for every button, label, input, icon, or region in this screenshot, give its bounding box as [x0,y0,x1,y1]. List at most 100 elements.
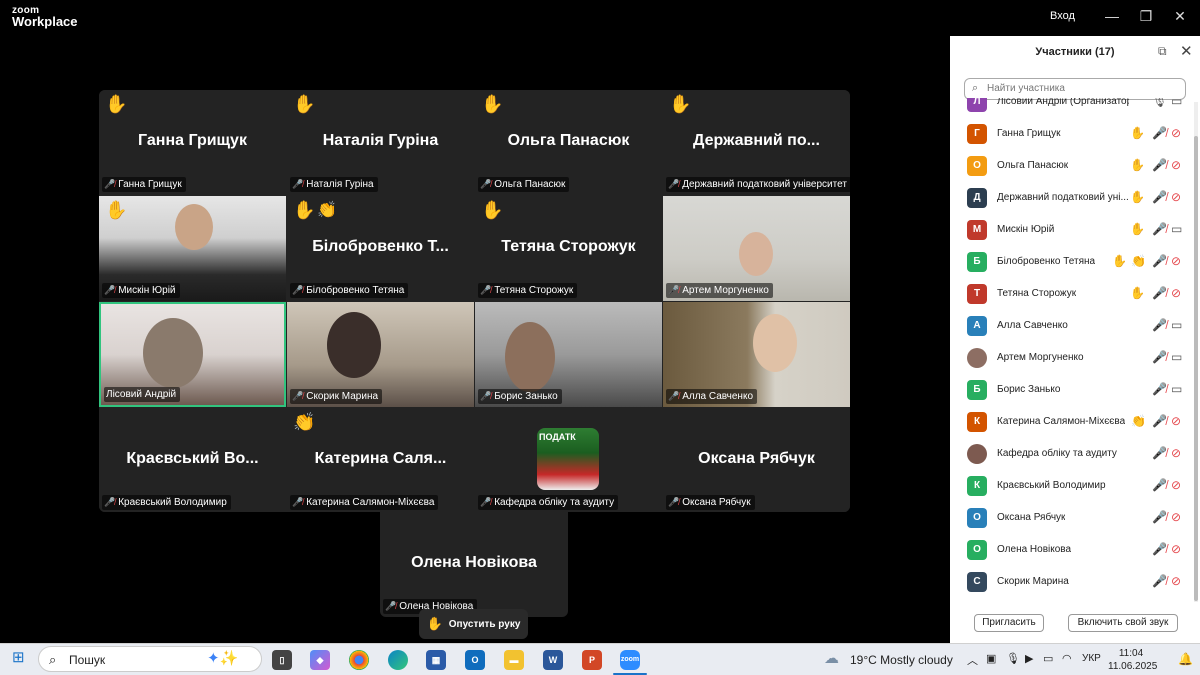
unmute-button[interactable]: Включить свой звук [1068,614,1178,632]
video-tile[interactable]: ✋ Тетяна Сторожук 🎤̸ Тетяна Сторожук [475,196,662,301]
mic-muted-icon[interactable]: 🎤̸ [1152,254,1167,268]
popout-icon[interactable]: ⧉ [1158,44,1167,59]
task-view-icon[interactable]: ▯ [272,650,292,670]
participant-row[interactable]: Б Білобровенко Тетяна ✋ 👏 🎤̸ ⊘ [950,246,1194,278]
video-tile[interactable]: ✋ Ольга Панасюк 🎤̸ Ольга Панасюк [475,90,662,195]
mic-muted-icon[interactable]: 🎤̸ [1152,542,1167,556]
participant-row[interactable]: К Краєвський Володимир 🎤̸ ⊘ [950,470,1194,502]
sign-in-link[interactable]: Вход [1050,10,1075,22]
mic-muted-icon[interactable]: 🎤̸ [1152,190,1167,204]
notifications-icon[interactable]: 🔔 [1178,652,1193,672]
mic-muted-icon[interactable]: 🎤̸ [1152,126,1167,140]
participant-row[interactable]: Кафедра обліку та аудиту 🎤̸ ⊘ [950,438,1194,470]
lower-hand-button[interactable]: ✋ Опустить руку [419,609,528,639]
camera-on-icon[interactable]: ▭ [1171,350,1182,364]
participant-row[interactable]: Т Тетяна Сторожук ✋ 🎤̸ ⊘ [950,278,1194,310]
video-tile[interactable]: 🎤̸ Скорик Марина [287,302,474,407]
camera-off-icon[interactable]: ⊘ [1171,126,1181,140]
tray-app-icon[interactable]: ▣ [986,652,996,672]
video-tile[interactable]: ✋ Державний по... 🎤̸ Державний податковий… [663,90,850,195]
camera-off-icon[interactable]: ⊘ [1171,574,1181,588]
video-tile-active-speaker[interactable]: Лісовий Андрій [99,302,286,407]
battery-icon[interactable]: ▭ [1043,652,1053,672]
invite-button[interactable]: Пригласить [974,614,1044,632]
camera-off-icon[interactable]: ⊘ [1171,446,1181,460]
file-explorer-icon[interactable]: ▬ [504,650,524,670]
participant-row[interactable]: С Скорик Марина 🎤̸ ⊘ [950,566,1194,598]
weather-cloud-icon[interactable]: ☁ [824,649,839,669]
video-tile[interactable]: ✋ 👏 Білобровенко Т... 🎤̸ Білобровенко Тет… [287,196,474,301]
participant-row[interactable]: Д Державний податковий уні... ✋ 🎤̸ ⊘ [950,182,1194,214]
windows-start-icon[interactable]: ⊞ [12,648,25,668]
mic-muted-icon[interactable]: 🎤̸ [1152,478,1167,492]
mic-muted-icon[interactable]: 🎤̸ [1152,158,1167,172]
word-icon[interactable]: W [543,650,563,670]
camera-off-icon[interactable]: ⊘ [1171,414,1181,428]
participant-row[interactable]: Г Ганна Грищук ✋ 🎤̸ ⊘ [950,118,1194,150]
video-tile[interactable]: ✋ Ганна Грищук 🎤̸ Ганна Грищук [99,90,286,195]
input-language[interactable]: УКР [1082,653,1101,673]
edge-icon[interactable] [388,650,408,670]
participant-row[interactable]: О Олена Новікова 🎤̸ ⊘ [950,534,1194,566]
camera-off-icon[interactable]: ⊘ [1171,158,1181,172]
mic-muted-icon[interactable]: 🎤̸ [1152,318,1167,332]
video-tile[interactable]: ✋ Наталія Гуріна 🎤̸ Наталія Гуріна [287,90,474,195]
outlook-icon[interactable]: O [465,650,485,670]
copilot-icon[interactable]: ◆ [310,650,330,670]
camera-tray-icon[interactable]: ▶ [1025,652,1033,672]
camera-on-icon[interactable]: ▭ [1171,382,1182,396]
taskbar-search-box[interactable]: ⌕ Пошук ✦✨ [38,646,262,672]
mic-muted-icon[interactable]: 🎤̸ [1152,286,1167,300]
camera-off-icon[interactable]: ⊘ [1171,254,1181,268]
show-hidden-icons-chevron[interactable]: ︿ [967,652,978,672]
camera-off-icon[interactable]: ⊘ [1171,478,1181,492]
wifi-icon[interactable]: ◠ [1062,652,1072,672]
raised-hand-icon: ✋ [1130,190,1145,204]
camera-off-icon[interactable]: ⊘ [1171,542,1181,556]
video-tile[interactable]: ✋ 🎤̸ Мискін Юрій [99,196,286,301]
participant-search-input[interactable]: ⌕ Найти участника [964,78,1186,100]
camera-on-icon[interactable]: ▭ [1171,98,1182,108]
video-tile[interactable]: 🎤̸ Алла Савченко [663,302,850,407]
participant-row[interactable]: Артем Моргуненко 🎤̸ ▭ [950,342,1194,374]
mic-muted-icon[interactable]: 🎤̸ [1152,382,1167,396]
close-icon[interactable]: ✕ [1170,8,1190,25]
mic-muted-icon[interactable]: 🎤̸ [1152,350,1167,364]
video-tile[interactable]: 🎤̸ Артем Моргуненко [663,196,850,301]
camera-on-icon[interactable]: ▭ [1171,318,1182,332]
mic-muted-icon[interactable]: 🎤̸ [1152,574,1167,588]
restore-icon[interactable]: ❐ [1136,8,1156,25]
minimize-icon[interactable]: — [1102,8,1122,24]
video-tile[interactable]: Олена Новікова 🎤̸ Олена Новікова [380,512,568,617]
video-tile[interactable]: 🎤̸ Борис Занько [475,302,662,407]
camera-on-icon[interactable]: ▭ [1171,222,1182,236]
mic-muted-icon[interactable]: 🎤̸ [1152,222,1167,236]
chrome-icon[interactable] [349,650,369,670]
participant-row[interactable]: Л Лісовий Андрій (Организатор) 🎙 ▭ [950,98,1194,118]
video-tile[interactable]: Краєвський Во... 🎤̸ Краєвський Володимир [99,408,286,512]
clock[interactable]: 11:04 11.06.2025 [1108,647,1157,672]
camera-off-icon[interactable]: ⊘ [1171,190,1181,204]
participant-row[interactable]: О Оксана Рябчук 🎤̸ ⊘ [950,502,1194,534]
participant-row[interactable]: А Алла Савченко 🎤̸ ▭ [950,310,1194,342]
microphone-tray-icon[interactable]: 🎙 [1006,652,1020,672]
zoom-taskbar-icon[interactable]: zoom [620,650,640,670]
participant-row[interactable]: О Ольга Панасюк ✋ 🎤̸ ⊘ [950,150,1194,182]
mic-on-icon[interactable]: 🎙 [1152,98,1167,108]
microsoft-store-icon[interactable]: ▦ [426,650,446,670]
weather-text[interactable]: 19°C Mostly cloudy [850,653,953,673]
camera-off-icon[interactable]: ⊘ [1171,510,1181,524]
camera-off-icon[interactable]: ⊘ [1171,286,1181,300]
participant-row[interactable]: Б Борис Занько 🎤̸ ▭ [950,374,1194,406]
video-tile[interactable]: ПОДАТК 🎤̸ Кафедра обліку та аудиту [475,408,662,512]
video-tile[interactable]: Оксана Рябчук 🎤̸ Оксана Рябчук [663,408,850,512]
participant-row[interactable]: К Катерина Салямон-Міхєєва 👏 🎤̸ ⊘ [950,406,1194,438]
mic-muted-icon[interactable]: 🎤̸ [1152,510,1167,524]
powerpoint-icon[interactable]: P [582,650,602,670]
video-tile[interactable]: 👏 Катерина Саля... 🎤̸ Катерина Салямон-Мі… [287,408,474,512]
mic-muted-icon[interactable]: 🎤̸ [1152,446,1167,460]
scrollbar-thumb[interactable] [1194,136,1198,601]
participant-row[interactable]: М Мискін Юрій ✋ 🎤̸ ▭ [950,214,1194,246]
mic-muted-icon[interactable]: 🎤̸ [1152,414,1167,428]
close-panel-icon[interactable]: ✕ [1180,42,1193,60]
